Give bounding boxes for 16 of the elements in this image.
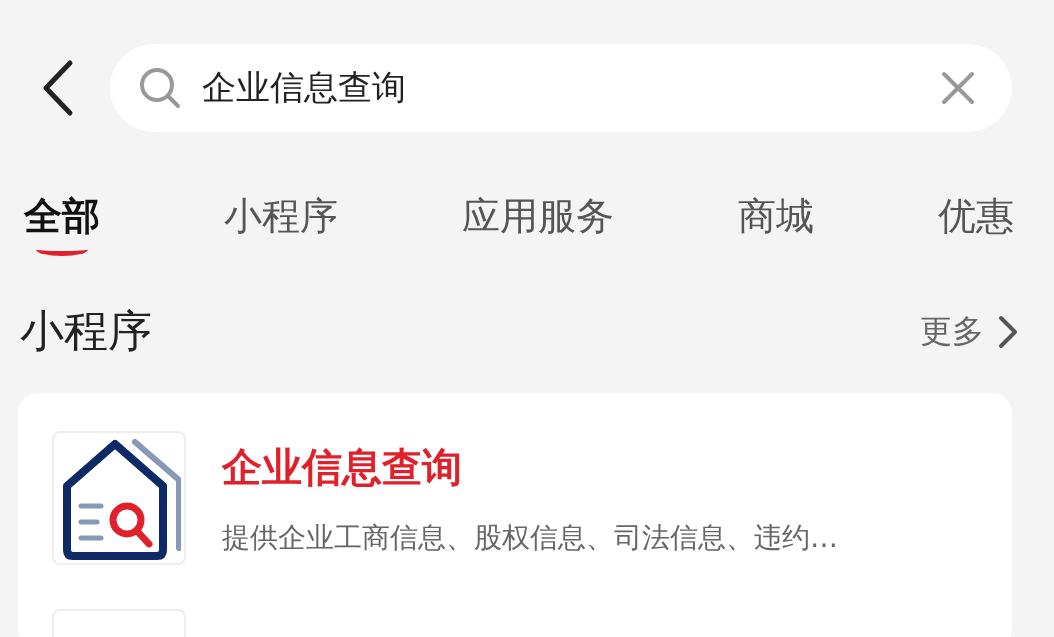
clear-button[interactable] [940,70,976,106]
result-description: 提供企业工商信息、股权信息、司法信息、违约… [222,519,838,556]
section-title: 小程序 [20,304,152,358]
app-icon[interactable] [52,431,186,565]
search-field[interactable]: 企业信息查询 [110,44,1012,132]
more-link[interactable]: 更多 [920,309,1018,354]
tab[interactable]: 优惠 [938,190,1014,256]
search-icon [138,66,182,110]
tab[interactable]: 商城 [738,190,814,256]
chevron-right-icon [998,314,1018,349]
tab[interactable]: 应用服务 [462,190,614,256]
search-input[interactable]: 企业信息查询 [202,68,920,108]
result-title[interactable]: 企业信息查询 [222,439,838,495]
tab[interactable]: 小程序 [224,190,338,256]
tab[interactable]: 全部 [24,190,100,256]
close-icon [940,70,976,106]
